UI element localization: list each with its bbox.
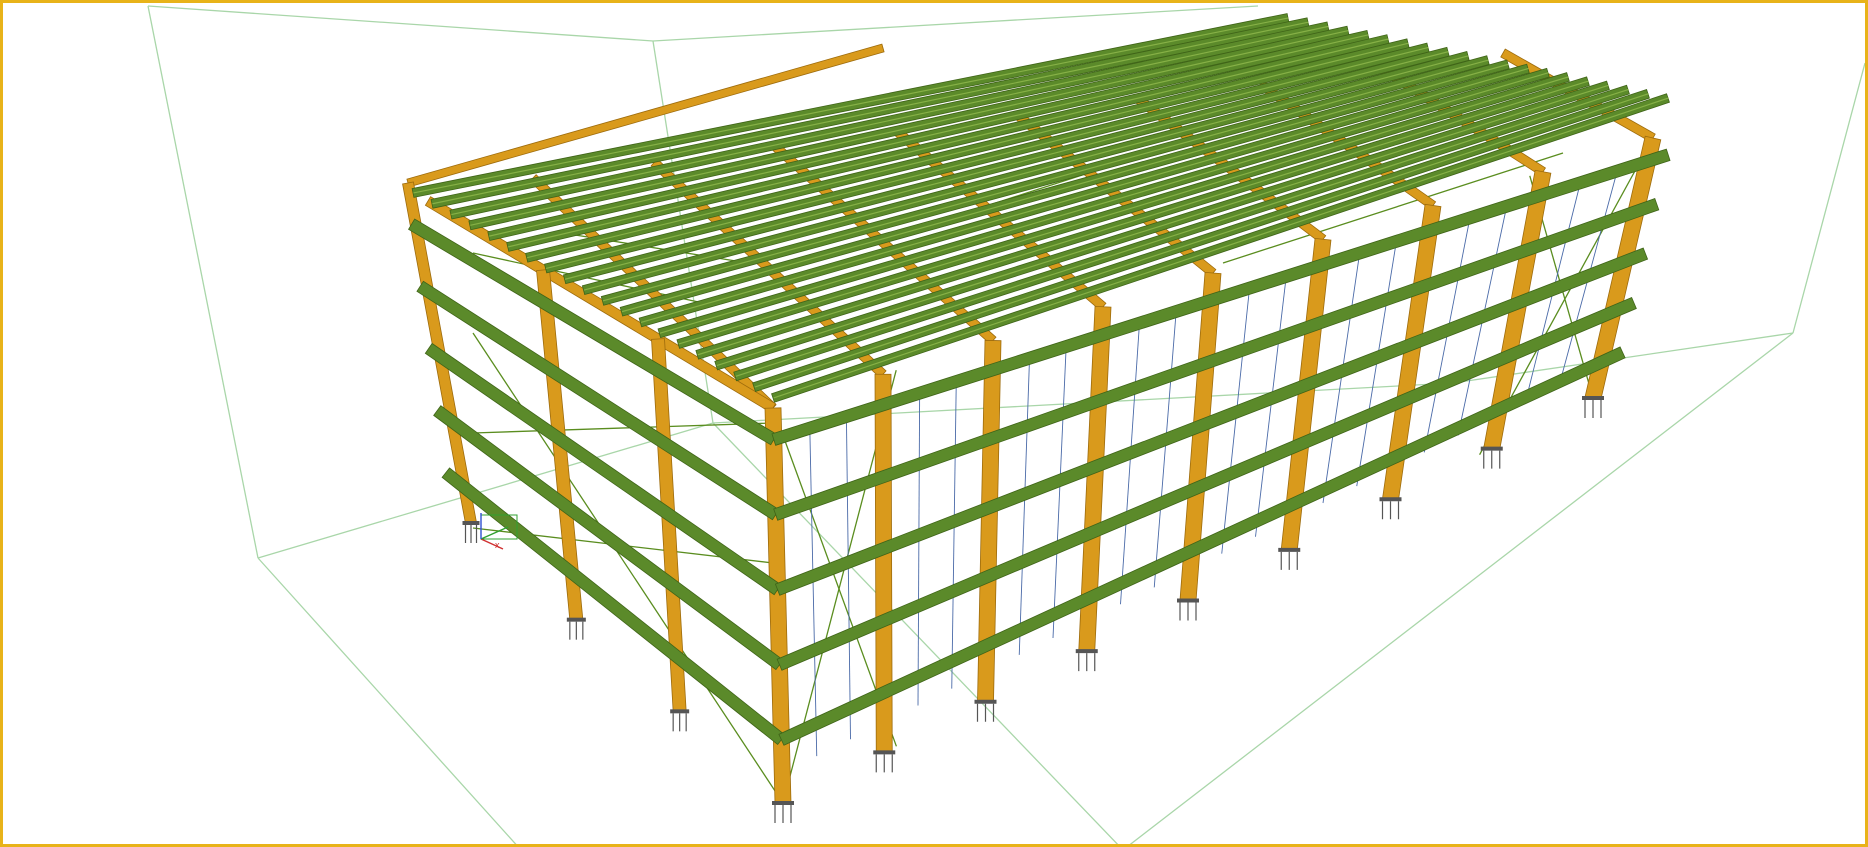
gable-girt xyxy=(441,467,786,746)
base-plate xyxy=(1379,497,1402,502)
base-plate xyxy=(462,521,480,525)
base-plate xyxy=(873,750,896,755)
base-plate xyxy=(1480,446,1503,451)
bounding-box-edge xyxy=(257,557,517,844)
bounding-box-edge xyxy=(1129,332,1794,844)
bracing-rod xyxy=(472,422,774,434)
sag-rod xyxy=(1052,342,1067,639)
sag-rod xyxy=(845,410,851,740)
bounding-box-edge xyxy=(147,5,654,42)
steel-structure-3d-view[interactable]: x xyxy=(3,3,1865,844)
sag-rod xyxy=(809,421,818,757)
sag-rod xyxy=(951,376,957,689)
axis-x-line xyxy=(480,538,504,550)
sag-rod xyxy=(917,387,921,706)
base-plate xyxy=(1278,547,1301,552)
base-plate xyxy=(974,699,997,704)
bounding-box-edge xyxy=(652,5,1259,42)
base-plate xyxy=(1177,598,1199,603)
bounding-box-edge xyxy=(1792,62,1865,334)
base-plate xyxy=(670,709,690,714)
bounding-box-edge xyxy=(147,5,259,559)
base-plate xyxy=(566,617,586,622)
base-plate xyxy=(1582,396,1604,400)
base-plate xyxy=(772,801,794,805)
base-plate xyxy=(1075,649,1098,654)
sag-rod xyxy=(1018,354,1031,655)
model-viewport[interactable]: x xyxy=(0,0,1868,847)
gable-girt xyxy=(433,405,784,671)
